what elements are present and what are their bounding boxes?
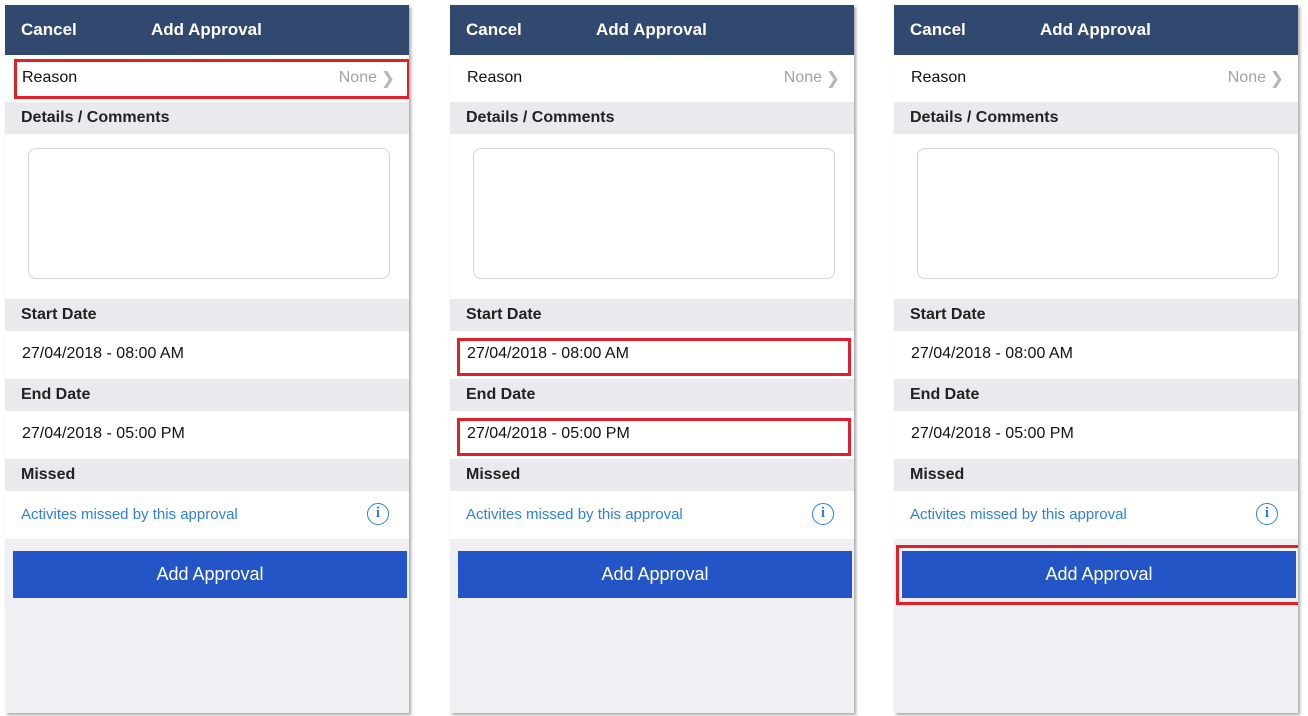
missed-row: Activites missed by this approval i: [894, 491, 1298, 539]
start-date-field[interactable]: 27/04/2018 - 08:00 AM: [5, 331, 409, 379]
missed-row: Activites missed by this approval i: [450, 491, 854, 539]
start-date-header-label: Start Date: [910, 306, 986, 323]
reason-label: Reason: [911, 69, 967, 86]
end-date-field[interactable]: 27/04/2018 - 05:00 PM: [894, 411, 1298, 459]
start-date-header: Start Date: [450, 299, 854, 331]
comments-section: [894, 134, 1298, 299]
comments-text-area[interactable]: [473, 148, 835, 279]
add-approval-button[interactable]: Add Approval: [902, 551, 1296, 598]
end-date-header: End Date: [894, 379, 1298, 411]
end-date-header-label: End Date: [910, 386, 980, 403]
details-comments-header: Details / Comments: [450, 102, 854, 134]
start-date-header: Start Date: [894, 299, 1298, 331]
missed-header: Missed: [5, 459, 409, 491]
reason-value: None: [1227, 69, 1266, 86]
nav-title: Add Approval: [596, 20, 707, 39]
chevron-right-icon: ❯: [1269, 69, 1284, 88]
reason-label: Reason: [467, 69, 523, 86]
chevron-right-icon: ❯: [825, 69, 840, 88]
chevron-right-icon: ❯: [380, 69, 395, 88]
reason-label: Reason: [22, 69, 78, 86]
comments-section: [450, 134, 854, 299]
end-date-field[interactable]: 27/04/2018 - 05:00 PM: [5, 411, 409, 459]
cancel-button[interactable]: Cancel: [910, 20, 966, 40]
start-date-value: 27/04/2018 - 08:00 AM: [911, 345, 1073, 362]
screens-container: Cancel Add Approval Reason None ❯ Detail…: [0, 0, 1308, 716]
reason-row[interactable]: Reason None ❯: [450, 55, 854, 102]
details-comments-header-label: Details / Comments: [910, 109, 1059, 126]
details-comments-header: Details / Comments: [894, 102, 1298, 134]
reason-value: None: [338, 69, 377, 86]
nav-title: Add Approval: [1040, 20, 1151, 39]
details-comments-header-label: Details / Comments: [466, 109, 615, 126]
end-date-header-label: End Date: [21, 386, 91, 403]
cancel-button[interactable]: Cancel: [21, 20, 77, 40]
details-comments-header: Details / Comments: [5, 102, 409, 134]
missed-header-label: Missed: [466, 466, 521, 483]
start-date-value: 27/04/2018 - 08:00 AM: [467, 345, 629, 362]
start-date-field[interactable]: 27/04/2018 - 08:00 AM: [894, 331, 1298, 379]
reason-row[interactable]: Reason None ❯: [894, 55, 1298, 102]
end-date-field[interactable]: 27/04/2018 - 05:00 PM: [450, 411, 854, 459]
missed-row: Activites missed by this approval i: [5, 491, 409, 539]
end-date-header: End Date: [450, 379, 854, 411]
screen-step-2: Cancel Add Approval Reason None ❯ Detail…: [450, 5, 854, 713]
info-icon[interactable]: i: [812, 503, 834, 525]
start-date-field[interactable]: 27/04/2018 - 08:00 AM: [450, 331, 854, 379]
end-date-value: 27/04/2018 - 05:00 PM: [911, 425, 1074, 442]
add-approval-button[interactable]: Add Approval: [458, 551, 852, 598]
missed-activities-link[interactable]: Activites missed by this approval: [21, 506, 238, 523]
missed-header: Missed: [894, 459, 1298, 491]
start-date-header-label: Start Date: [466, 306, 542, 323]
end-date-header-label: End Date: [466, 386, 536, 403]
missed-header: Missed: [450, 459, 854, 491]
end-date-value: 27/04/2018 - 05:00 PM: [22, 425, 185, 442]
missed-activities-link[interactable]: Activites missed by this approval: [910, 506, 1127, 523]
nav-bar: Cancel Add Approval: [450, 5, 854, 55]
missed-activities-link[interactable]: Activites missed by this approval: [466, 506, 683, 523]
info-icon[interactable]: i: [367, 503, 389, 525]
reason-value: None: [783, 69, 822, 86]
missed-header-label: Missed: [21, 466, 76, 483]
add-approval-button[interactable]: Add Approval: [13, 551, 407, 598]
end-date-value: 27/04/2018 - 05:00 PM: [467, 425, 630, 442]
start-date-value: 27/04/2018 - 08:00 AM: [22, 345, 184, 362]
nav-title: Add Approval: [151, 20, 262, 39]
comments-text-area[interactable]: [917, 148, 1279, 279]
comments-section: [5, 134, 409, 299]
start-date-header-label: Start Date: [21, 306, 97, 323]
screen-step-1: Cancel Add Approval Reason None ❯ Detail…: [5, 5, 409, 713]
start-date-header: Start Date: [5, 299, 409, 331]
comments-text-area[interactable]: [28, 148, 390, 279]
info-icon[interactable]: i: [1256, 503, 1278, 525]
missed-header-label: Missed: [910, 466, 965, 483]
nav-bar: Cancel Add Approval: [5, 5, 409, 55]
reason-row[interactable]: Reason None ❯: [5, 55, 409, 102]
nav-bar: Cancel Add Approval: [894, 5, 1298, 55]
screen-step-3: Cancel Add Approval Reason None ❯ Detail…: [894, 5, 1298, 713]
details-comments-header-label: Details / Comments: [21, 109, 170, 126]
end-date-header: End Date: [5, 379, 409, 411]
cancel-button[interactable]: Cancel: [466, 20, 522, 40]
